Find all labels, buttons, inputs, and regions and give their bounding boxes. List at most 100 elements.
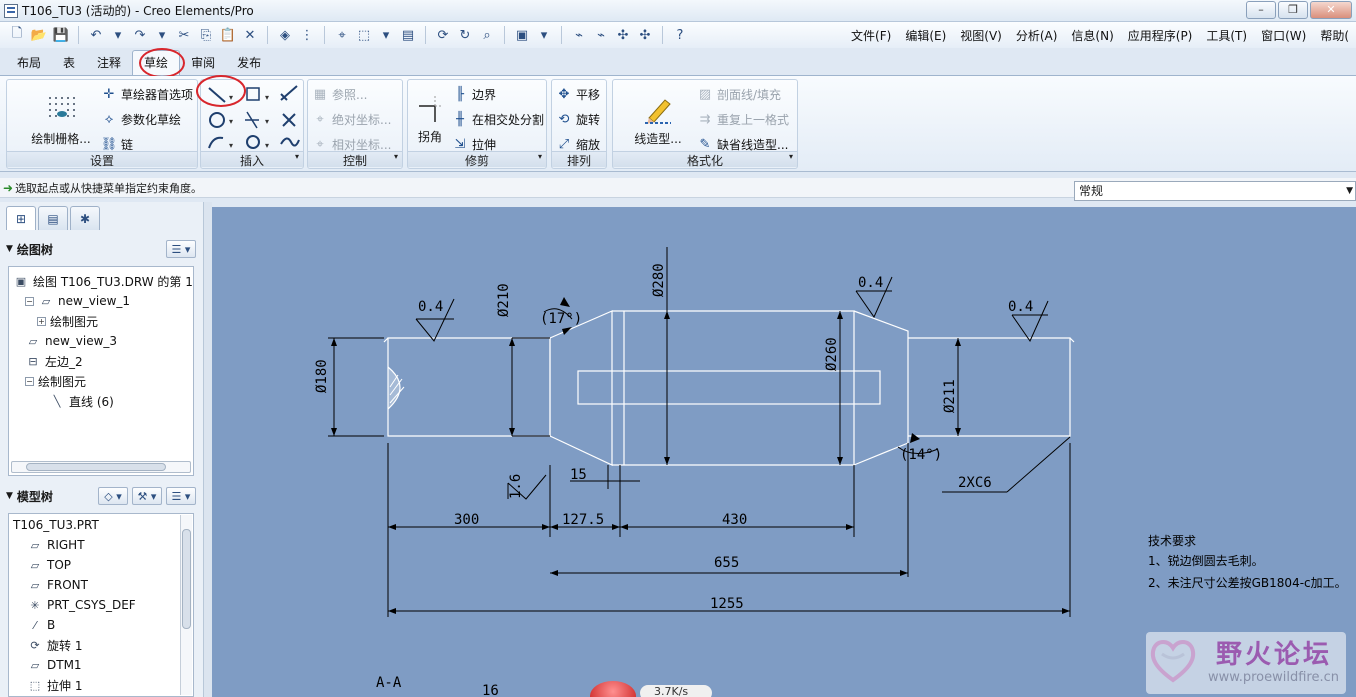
close-button[interactable]: ✕ — [1310, 1, 1352, 19]
dim-300[interactable]: 300 — [454, 512, 479, 528]
tools-icon[interactable]: ⚒ ▾ — [132, 487, 162, 505]
undo-dropdown-icon[interactable]: ▾ — [109, 26, 127, 44]
partial-dim-16[interactable]: 16 — [482, 683, 499, 697]
save-icon[interactable]: 💾 — [52, 26, 70, 44]
tab-favorites-icon[interactable]: ✱ — [70, 206, 100, 230]
section-label[interactable]: A-A — [376, 675, 402, 691]
group-expand-icon[interactable]: ▾ — [538, 152, 542, 161]
model-tree-header[interactable]: ▼ 模型树 ◇ ▾ ⚒ ▾ ☰ ▾ — [6, 485, 198, 507]
paste-icon[interactable]: 📋 — [219, 26, 237, 44]
axis-display-icon[interactable]: ⌁ — [592, 26, 610, 44]
menu-tools[interactable]: 工具(T) — [1199, 27, 1254, 44]
point-display-icon[interactable]: ✣ — [614, 26, 632, 44]
csys-display-icon[interactable]: ✣ — [636, 26, 654, 44]
dim-d260[interactable]: Ø260 — [824, 337, 840, 371]
sketcher-preferences-button[interactable]: ✛ 草绘器首选项 — [101, 86, 193, 103]
dim-1255[interactable]: 1255 — [710, 596, 744, 612]
tab-annotate[interactable]: 注释 — [86, 51, 132, 75]
panel-splitter[interactable] — [204, 202, 212, 697]
line-style-button[interactable]: 线造型... — [623, 92, 693, 147]
collapse-icon[interactable]: − — [25, 296, 34, 306]
dim-d211[interactable]: Ø211 — [942, 379, 958, 413]
model-tree-item[interactable]: ▱ TOP — [27, 555, 71, 575]
insert-tools[interactable]: ▾ ▾ ▾ ▾ ▾ ▾ — [201, 80, 305, 152]
tab-publish[interactable]: 发布 — [226, 51, 272, 75]
open-file-icon[interactable]: 📂 — [30, 26, 48, 44]
display-style-icon[interactable]: ▣ — [513, 26, 531, 44]
select-dropdown-icon[interactable]: ▾ — [377, 26, 395, 44]
expand-icon[interactable]: + — [37, 316, 46, 326]
corner-button[interactable]: 拐角 — [410, 90, 450, 145]
model-tree-item[interactable]: ✳ PRT_CSYS_DEF — [27, 595, 135, 615]
find-icon[interactable]: ⌖ — [333, 26, 351, 44]
tech-requirement-1[interactable]: 1、锐边倒圆去毛刺。 — [1148, 554, 1264, 568]
dim-d180[interactable]: Ø180 — [314, 359, 330, 393]
drawing-tree-item[interactable]: − 绘制图元 — [25, 371, 86, 391]
menu-applications[interactable]: 应用程序(P) — [1121, 27, 1200, 44]
collapse-triangle-icon[interactable]: ▼ — [6, 244, 13, 254]
roughness-0-4-right[interactable]: 0.4 — [1008, 299, 1033, 315]
drawing-tree-item[interactable]: − ▱ new_view_1 — [25, 291, 130, 311]
redo-icon[interactable]: ↷ — [131, 26, 149, 44]
tech-requirement-2[interactable]: 2、未注尺寸公差按GB1804-c加工。 — [1148, 575, 1347, 590]
rotate-button[interactable]: ⟲ 旋转 — [556, 111, 600, 128]
dim-angle-17[interactable]: (17°) — [540, 311, 582, 327]
redo-dropdown-icon[interactable]: ▾ — [153, 26, 171, 44]
menu-info[interactable]: 信息(N) — [1064, 27, 1120, 44]
menu-view[interactable]: 视图(V) — [953, 27, 1009, 44]
copy-icon[interactable]: ⎘ — [197, 26, 215, 44]
show-icon[interactable]: ◇ ▾ — [98, 487, 128, 505]
annotation-icon[interactable]: ⌁ — [570, 26, 588, 44]
roughness-0-4-middle[interactable]: 0.4 — [858, 275, 883, 291]
hatch-fill-button[interactable]: ▨ 剖面线/填充 — [697, 86, 781, 103]
menu-file[interactable]: 文件(F) — [844, 27, 898, 44]
repaint-icon[interactable]: ↻ — [456, 26, 474, 44]
tab-review[interactable]: 审阅 — [180, 51, 226, 75]
drawing-tree-item[interactable]: + 绘制图元 — [37, 311, 98, 331]
absolute-coordinate-button[interactable]: ⌖ 绝对坐标... — [312, 111, 391, 128]
tab-sketch[interactable]: 草绘 — [132, 50, 181, 75]
new-file-icon[interactable]: 🗋 — [8, 26, 26, 44]
selection-filter-select[interactable]: 常规 ▼ — [1074, 181, 1356, 201]
dim-430[interactable]: 430 — [722, 512, 747, 528]
boundary-button[interactable]: ╟ 边界 — [452, 86, 496, 103]
collapse-triangle-icon[interactable]: ▼ — [6, 491, 13, 501]
restore-button[interactable]: ❐ — [1278, 1, 1308, 19]
translate-button[interactable]: ✥ 平移 — [556, 86, 600, 103]
chamfer-note[interactable]: 2XC6 — [958, 475, 992, 491]
roughness-1-6[interactable]: 1.6 — [508, 474, 524, 499]
dim-d210[interactable]: Ø210 — [496, 283, 512, 317]
tab-table[interactable]: 表 — [52, 51, 86, 75]
layer-icon[interactable]: ◈ — [276, 26, 294, 44]
context-help-icon[interactable]: ? — [671, 26, 689, 44]
filter-icon[interactable]: ▤ — [399, 26, 417, 44]
group-expand-icon[interactable]: ▾ — [295, 152, 299, 161]
drawing-tree-item[interactable]: ▣ 绘图 T106_TU3.DRW 的第 1 — [13, 271, 193, 291]
regenerate-icon[interactable]: ⟳ — [434, 26, 452, 44]
horizontal-scrollbar[interactable] — [11, 461, 191, 473]
zoom-icon[interactable]: ⌕ — [478, 26, 496, 44]
model-tree-item[interactable]: T106_TU3.PRT — [13, 515, 99, 535]
model-tree-item[interactable]: ⬚ 拉伸 1 — [27, 675, 83, 695]
repeat-format-button[interactable]: ⇉ 重复上一格式 — [697, 111, 789, 128]
dim-655[interactable]: 655 — [714, 555, 739, 571]
tab-layout[interactable]: 布局 — [6, 51, 52, 75]
display-dropdown-icon[interactable]: ▾ — [535, 26, 553, 44]
group-expand-icon[interactable]: ▾ — [789, 152, 793, 161]
select-box-icon[interactable]: ⬚ — [355, 26, 373, 44]
tree-settings-icon[interactable]: ☰ ▾ — [166, 240, 196, 258]
draw-grid-button[interactable]: 绘制栅格... — [25, 92, 97, 147]
reference-button[interactable]: ▦ 参照... — [312, 86, 368, 103]
roughness-0-4-left[interactable]: 0.4 — [418, 299, 443, 315]
drawing-tree-header[interactable]: ▼ 绘图树 ☰ ▾ — [6, 238, 198, 260]
model-tree-item[interactable]: ⁄ B — [27, 615, 55, 635]
model-tree-item[interactable]: ▱ RIGHT — [27, 535, 85, 555]
menu-window[interactable]: 窗口(W) — [1254, 27, 1313, 44]
menu-help[interactable]: 帮助( — [1313, 27, 1356, 44]
tab-folder-browser-icon[interactable]: ▤ — [38, 206, 68, 230]
menu-edit[interactable]: 编辑(E) — [898, 27, 953, 44]
group-expand-icon[interactable]: ▾ — [394, 152, 398, 161]
drawing-tree-item[interactable]: ▱ new_view_3 — [25, 331, 117, 351]
collapse-icon[interactable]: − — [25, 376, 34, 386]
dim-127-5[interactable]: 127.5 — [562, 512, 604, 528]
